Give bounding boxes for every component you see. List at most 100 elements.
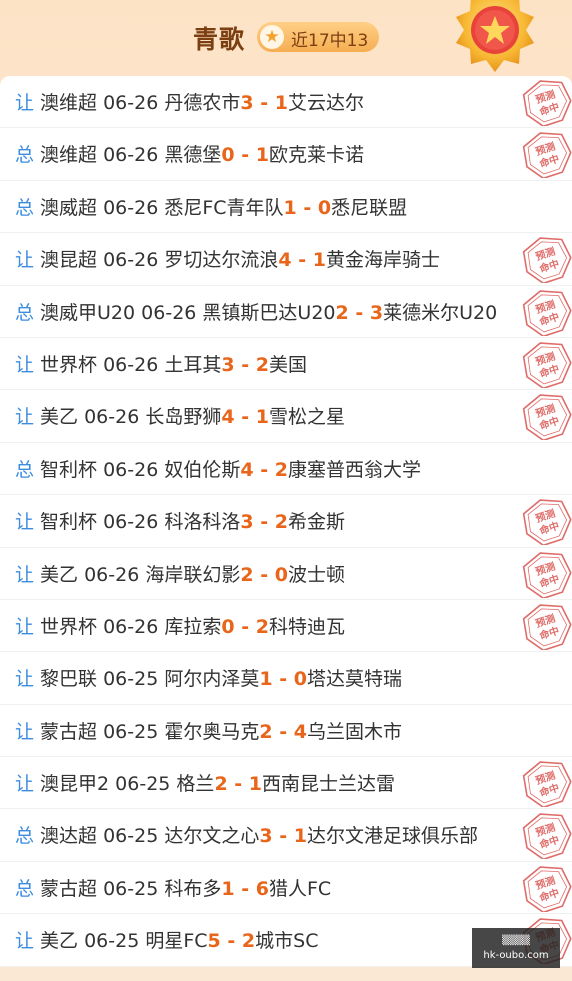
list-item[interactable]: 总澳威超 06-26 悉尼FC青年队1 - 0悉尼联盟 bbox=[0, 181, 572, 234]
home-team: 科布多 bbox=[164, 877, 222, 900]
match-date: 06-26 bbox=[103, 196, 159, 219]
home-score: 4 bbox=[240, 458, 254, 481]
match-text: 让美乙 06-26 海岸联幻影2 - 0波士顿 bbox=[15, 560, 345, 587]
hit-stamp-icon: 预测命中 bbox=[522, 237, 572, 284]
away-score: 0 bbox=[293, 668, 307, 691]
match-text: 让黎巴联 06-25 阿尔内泽莫1 - 0塔达莫特瑞 bbox=[15, 664, 402, 691]
list-item[interactable]: 让美乙 06-26 海岸联幻影2 - 0波士顿 预测 命中 bbox=[0, 548, 572, 600]
score-separator: - bbox=[234, 144, 256, 167]
list-item[interactable]: 让澳昆甲2 06-25 格兰2 - 1西南昆士兰达雷 预测 命中 bbox=[0, 757, 572, 810]
match-date: 06-25 bbox=[103, 877, 159, 900]
list-item[interactable]: 让澳昆超 06-26 罗切达尔流浪4 - 1黄金海岸骑士 预测 命中 bbox=[0, 233, 572, 286]
home-score: 2 bbox=[259, 720, 273, 743]
away-score: 1 bbox=[255, 406, 269, 429]
bet-type-tag: 让 bbox=[15, 249, 35, 272]
star-icon: ★ bbox=[260, 25, 284, 49]
match-text: 让澳维超 06-26 丹德农市3 - 1艾云达尔 bbox=[15, 88, 364, 115]
home-score: 5 bbox=[207, 930, 221, 953]
bet-type-tag: 让 bbox=[15, 615, 35, 638]
bet-type-tag: 让 bbox=[15, 92, 35, 114]
away-team: 黄金海岸骑士 bbox=[325, 249, 440, 272]
away-score: 2 bbox=[274, 458, 288, 481]
score-separator: - bbox=[253, 92, 275, 114]
match-text: 让智利杯 06-26 科洛科洛3 - 2希金斯 bbox=[15, 507, 345, 534]
league-name: 美乙 bbox=[40, 563, 79, 586]
hit-stamp-icon: 预测命中 bbox=[522, 80, 572, 126]
home-score: 1 bbox=[259, 668, 273, 691]
home-score: 0 bbox=[221, 144, 235, 167]
away-team: 乌兰固木市 bbox=[306, 720, 402, 743]
away-team: 艾云达尔 bbox=[287, 92, 364, 114]
bet-type-tag: 让 bbox=[15, 511, 35, 534]
list-item[interactable]: 让智利杯 06-26 科洛科洛3 - 2希金斯 预测 命中 bbox=[0, 495, 572, 548]
bet-type-tag: 总 bbox=[15, 825, 35, 848]
home-score: 0 bbox=[221, 615, 235, 638]
list-item[interactable]: 总智利杯 06-26 奴伯伦斯4 - 2康塞普西翁大学 bbox=[0, 443, 572, 496]
match-text: 总澳威超 06-26 悉尼FC青年队1 - 0悉尼联盟 bbox=[15, 193, 407, 220]
list-item[interactable]: 让澳维超 06-26 丹德农市3 - 1艾云达尔 预测 命中 bbox=[0, 76, 572, 129]
list-item[interactable]: 让蒙古超 06-25 霍尔奥马克2 - 4乌兰固木市 bbox=[0, 705, 572, 758]
league-name: 智利杯 bbox=[40, 458, 98, 481]
away-score: 3 bbox=[369, 301, 384, 324]
match-text: 总澳威甲U20 06-26 黑镇斯巴达U202 - 3莱德米尔U20 bbox=[15, 298, 497, 325]
away-team: 欧克莱卡诺 bbox=[268, 144, 364, 167]
away-team: 莱德米尔U20 bbox=[383, 301, 498, 324]
away-score: 1 bbox=[274, 92, 288, 114]
home-score: 3 bbox=[259, 825, 273, 848]
list-item[interactable]: 总澳达超 06-25 达尔文之心3 - 1达尔文港足球俱乐部 预测 命中 bbox=[0, 809, 572, 862]
match-date: 06-26 bbox=[84, 563, 140, 586]
list-item[interactable]: 总澳维超 06-26 黑德堡0 - 1欧克莱卡诺 预测 命中 bbox=[0, 128, 572, 181]
league-name: 美乙 bbox=[40, 406, 79, 429]
league-name: 澳昆超 bbox=[40, 249, 98, 272]
home-team: 库拉索 bbox=[164, 615, 222, 638]
match-date: 06-26 bbox=[103, 92, 159, 114]
league-name: 澳达超 bbox=[40, 825, 98, 848]
score-separator: - bbox=[253, 458, 275, 481]
score-separator: - bbox=[291, 249, 313, 272]
match-text: 让蒙古超 06-25 霍尔奥马克2 - 4乌兰固木市 bbox=[15, 717, 402, 744]
away-team: 美国 bbox=[268, 353, 307, 376]
away-team: 康塞普西翁大学 bbox=[287, 458, 421, 481]
match-date: 06-25 bbox=[115, 773, 171, 796]
home-score: 2 bbox=[214, 773, 228, 796]
away-team: 西南昆士兰达雷 bbox=[262, 773, 396, 796]
bet-type-tag: 让 bbox=[15, 720, 35, 743]
match-date: 06-26 bbox=[103, 615, 159, 638]
away-team: 猎人FC bbox=[268, 877, 332, 900]
bet-type-tag: 让 bbox=[15, 930, 35, 953]
home-team: 格兰 bbox=[176, 773, 215, 796]
match-text: 总澳达超 06-25 达尔文之心3 - 1达尔文港足球俱乐部 bbox=[15, 821, 478, 848]
home-team: 霍尔奥马克 bbox=[164, 720, 260, 743]
list-item[interactable]: 让美乙 06-26 长岛野狮4 - 1雪松之星 预测 命中 bbox=[0, 390, 572, 443]
bet-type-tag: 总 bbox=[15, 196, 35, 219]
league-name: 蒙古超 bbox=[40, 877, 98, 900]
score-separator: - bbox=[234, 877, 256, 900]
match-date: 06-26 bbox=[141, 301, 197, 324]
match-date: 06-26 bbox=[103, 249, 159, 272]
list-item[interactable]: 让世界杯 06-26 库拉索0 - 2科特迪瓦 预测 命中 bbox=[0, 600, 572, 653]
home-team: 罗切达尔流浪 bbox=[164, 249, 279, 272]
away-score: 2 bbox=[274, 511, 288, 534]
home-score: 2 bbox=[240, 563, 254, 586]
list-item[interactable]: 让世界杯 06-26 土耳其3 - 2美国 预测 命中 bbox=[0, 338, 572, 391]
score-separator: - bbox=[220, 930, 242, 953]
bet-type-tag: 总 bbox=[15, 144, 35, 167]
list-item[interactable]: 让黎巴联 06-25 阿尔内泽莫1 - 0塔达莫特瑞 bbox=[0, 652, 572, 705]
score-separator: - bbox=[272, 720, 294, 743]
watermark: ▒▒▒▒ hk-oubo.com bbox=[472, 928, 560, 968]
away-score: 6 bbox=[255, 877, 269, 900]
list-item[interactable]: 总澳威甲U20 06-26 黑镇斯巴达U202 - 3莱德米尔U20 预测 命中 bbox=[0, 286, 572, 338]
bet-type-tag: 总 bbox=[15, 877, 35, 900]
score-separator: - bbox=[227, 773, 249, 796]
away-score: 0 bbox=[274, 563, 288, 586]
bet-type-tag: 总 bbox=[15, 458, 35, 481]
match-text: 让澳昆超 06-26 罗切达尔流浪4 - 1黄金海岸骑士 bbox=[15, 245, 440, 272]
score-separator: - bbox=[348, 301, 370, 324]
home-team: 阿尔内泽莫 bbox=[164, 668, 260, 691]
away-score: 1 bbox=[248, 773, 263, 796]
list-item[interactable]: 总蒙古超 06-25 科布多1 - 6猎人FC 预测 命中 bbox=[0, 862, 572, 915]
away-score: 4 bbox=[293, 720, 307, 743]
away-score: 2 bbox=[241, 930, 256, 953]
away-team: 波士顿 bbox=[287, 563, 345, 586]
match-text: 让美乙 06-25 明星FC5 - 2城市SC bbox=[15, 926, 318, 953]
